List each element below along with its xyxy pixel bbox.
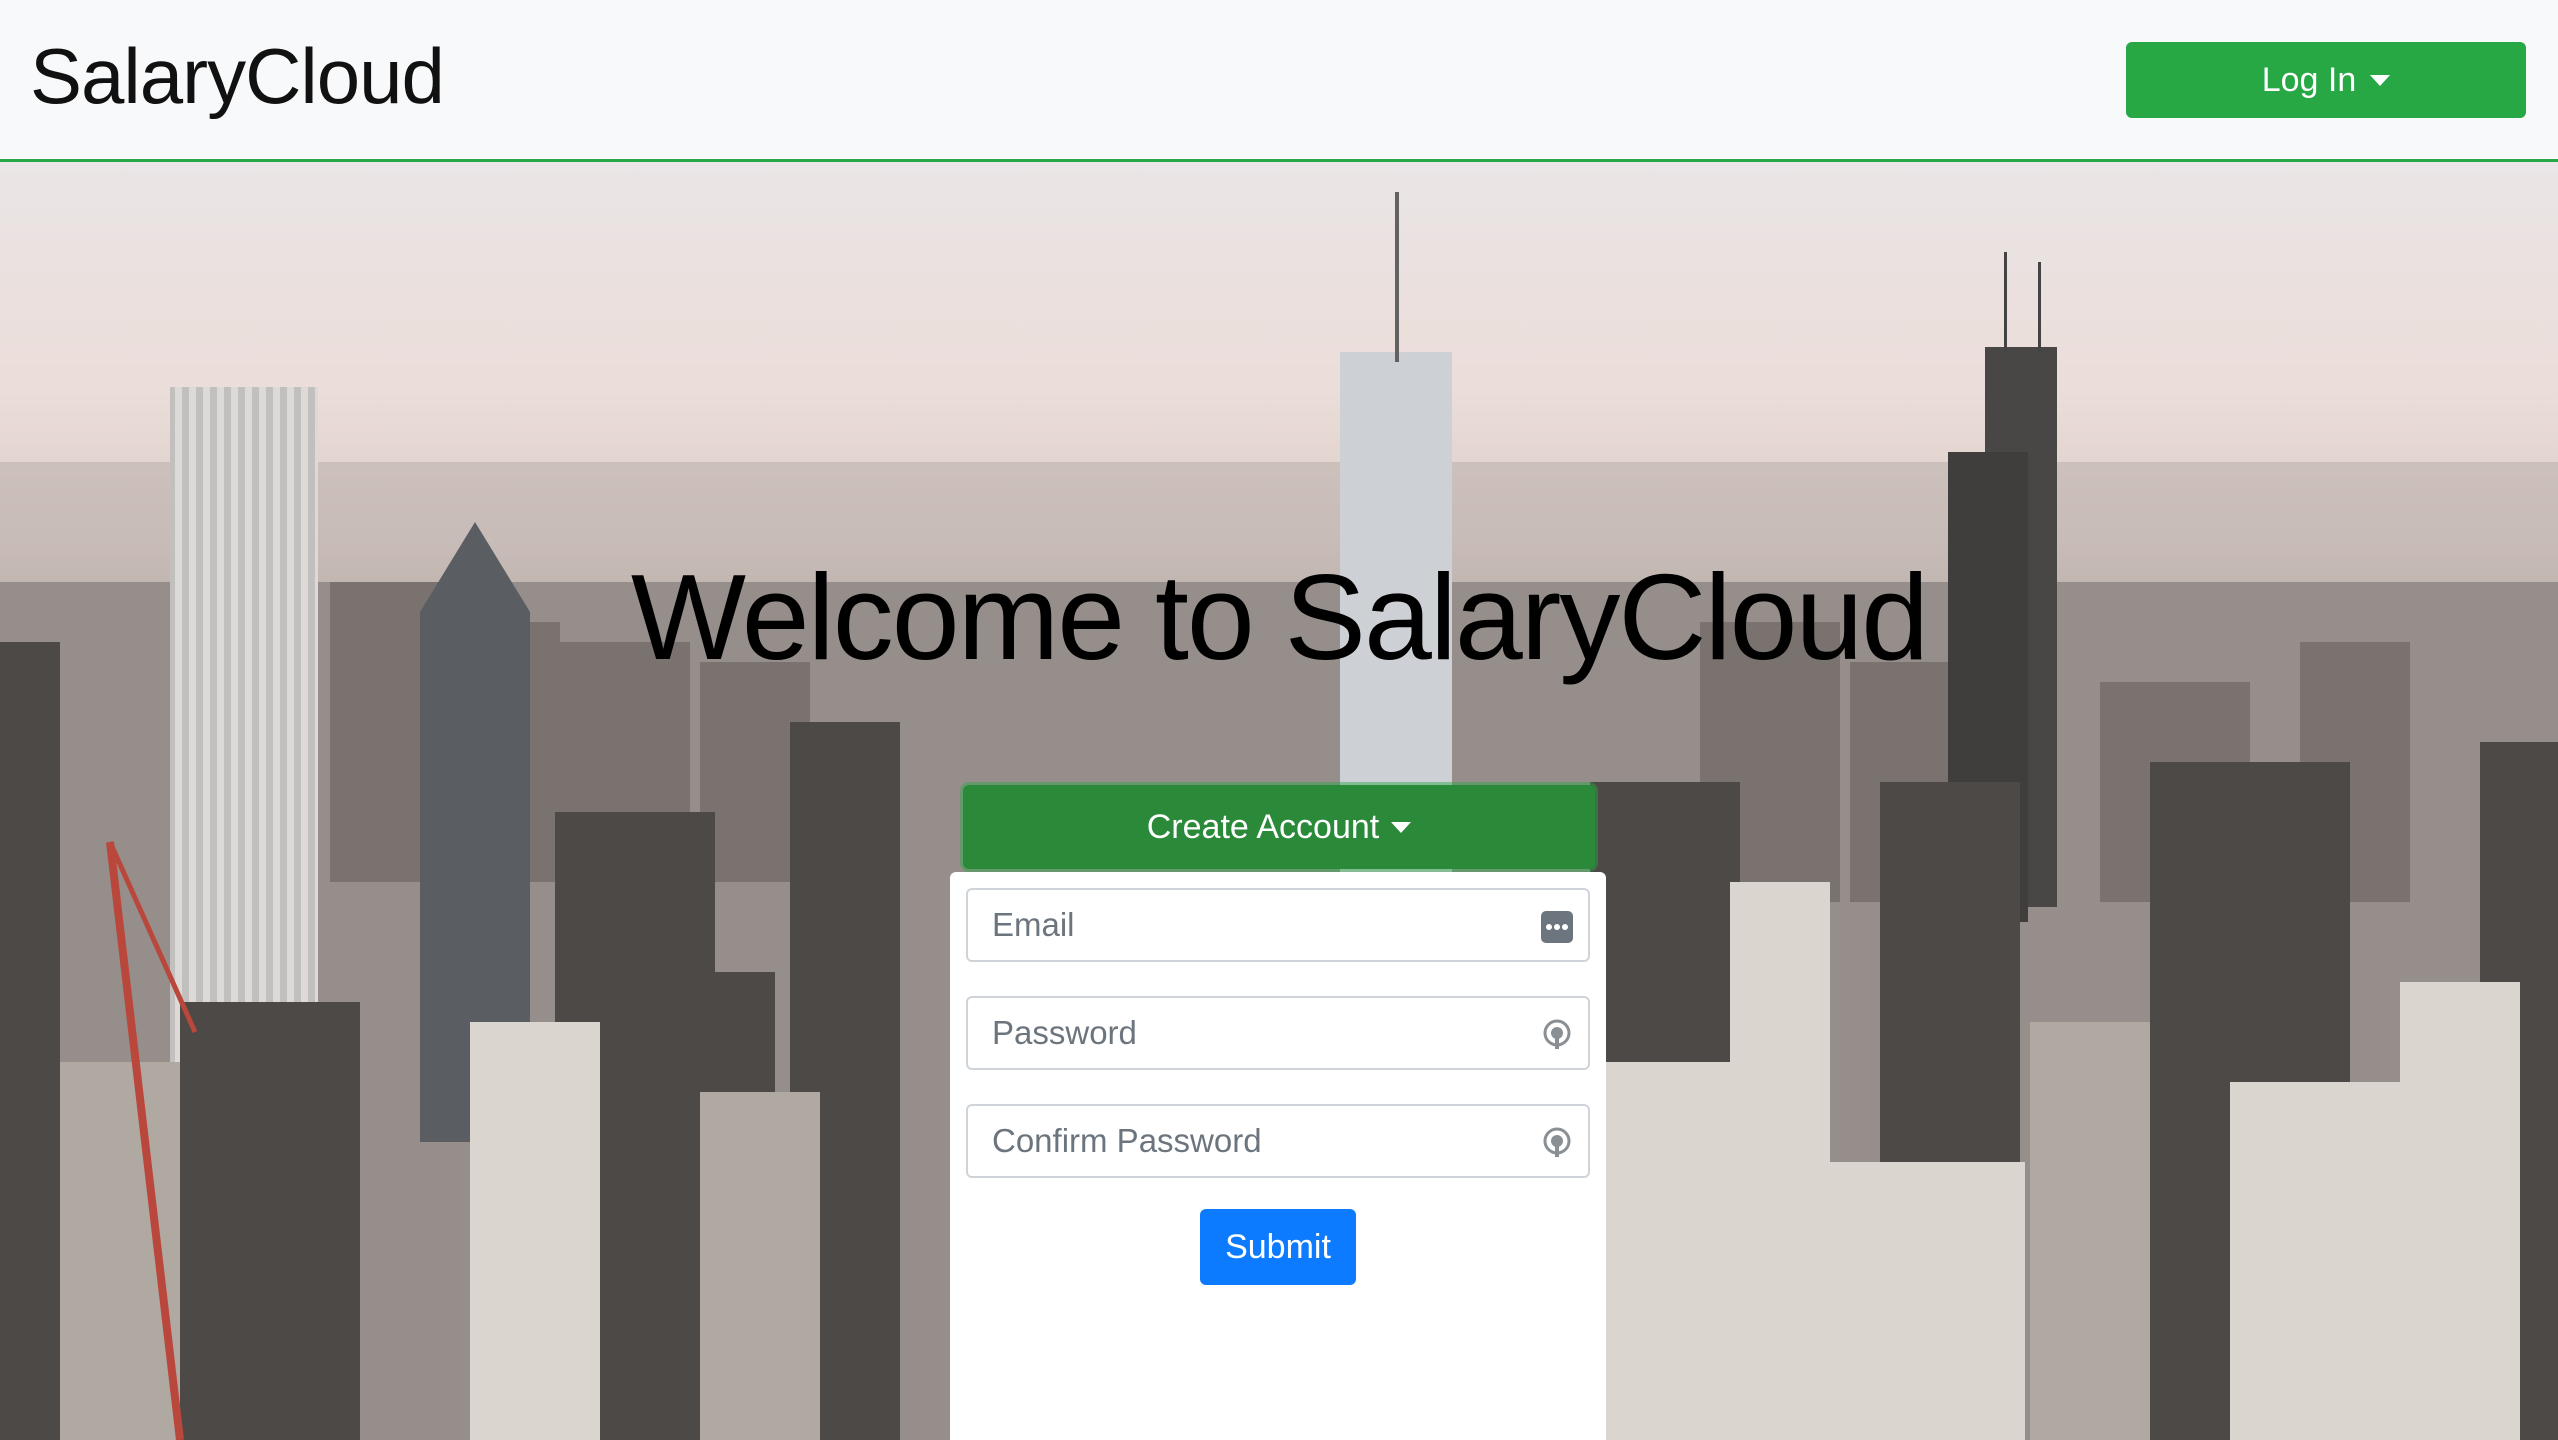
login-button-label: Log In — [2261, 60, 2357, 99]
hero-section: Welcome to SalaryCloud Create Account Em… — [0, 162, 2558, 1440]
autofill-dots-icon[interactable] — [1540, 910, 1574, 944]
navbar: SalaryCloud Log In — [0, 0, 2558, 162]
email-field-wrapper — [966, 888, 1590, 962]
confirm-password-input[interactable] — [968, 1106, 1588, 1176]
password-input[interactable] — [968, 998, 1588, 1068]
caret-down-icon — [2370, 74, 2391, 86]
password-key-icon[interactable] — [1540, 1018, 1574, 1052]
email-input[interactable] — [968, 890, 1588, 960]
brand-logo[interactable]: SalaryCloud — [30, 26, 445, 126]
caret-down-icon — [1391, 821, 1412, 833]
password-field-wrapper — [966, 996, 1590, 1070]
password-key-icon[interactable] — [1540, 1126, 1574, 1160]
create-account-form: Submit — [950, 872, 1606, 1440]
submit-button[interactable]: Submit — [1200, 1209, 1356, 1285]
confirm-password-field-wrapper — [966, 1104, 1590, 1178]
create-account-label: Create Account — [1146, 807, 1380, 846]
create-account-dropdown-button[interactable]: Create Account — [963, 785, 1595, 869]
login-dropdown-button[interactable]: Log In — [2126, 42, 2526, 118]
hero-title: Welcome to SalaryCloud — [630, 549, 1929, 685]
